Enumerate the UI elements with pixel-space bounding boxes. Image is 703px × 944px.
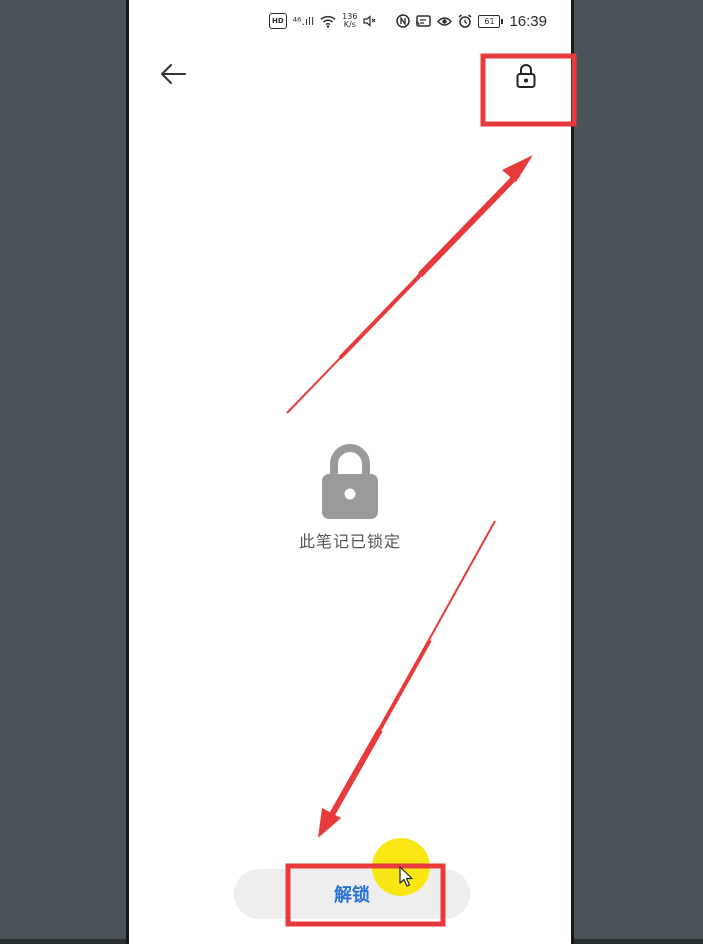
locked-state: 此笔记已锁定 (129, 442, 571, 552)
wifi-icon (320, 14, 336, 28)
back-button[interactable] (157, 58, 189, 90)
eye-comfort-icon (437, 14, 453, 28)
battery-level: 61 (478, 14, 501, 28)
phone-screen: HD ⁴⁶.ıll 136 K/s 61 16:39 此笔记已锁定 解锁 (126, 0, 574, 944)
status-time: 16:39 (509, 12, 547, 30)
hd-badge: HD (269, 13, 287, 29)
unlock-button[interactable]: 解锁 (234, 869, 470, 919)
nfc-icon (396, 14, 411, 28)
mouse-cursor-icon (399, 866, 413, 887)
arrow-left-icon (161, 64, 186, 84)
mute-icon (363, 14, 376, 28)
cellular-signal-icon: ⁴⁶.ıll (292, 14, 315, 28)
lock-icon (516, 64, 536, 88)
network-speed: 136 K/s (342, 13, 357, 29)
battery-tip (501, 18, 504, 24)
locked-message: 此笔记已锁定 (298, 532, 401, 551)
battery-indicator: 61 (478, 14, 504, 28)
status-bar: HD ⁴⁶.ıll 136 K/s 61 16:39 (269, 8, 547, 34)
unlock-label: 解锁 (334, 885, 370, 906)
lock-note-button[interactable] (512, 62, 540, 90)
screen: HD ⁴⁶.ıll 136 K/s 61 16:39 此笔记已锁定 解锁 (0, 0, 703, 944)
padlock-icon (322, 444, 378, 519)
speed-unit: K/s (343, 20, 356, 29)
alarm-icon (458, 14, 472, 28)
cast-icon (416, 14, 432, 28)
